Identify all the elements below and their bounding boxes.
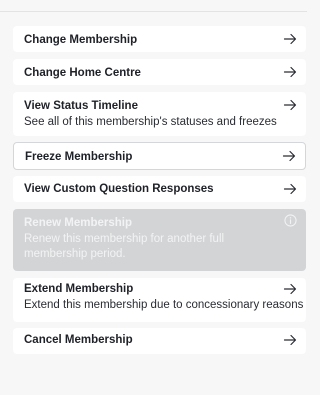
view-status-timeline-title: View Status Timeline bbox=[24, 100, 138, 112]
freeze-membership-item[interactable]: Freeze Membership bbox=[13, 142, 306, 170]
arrow-right-icon bbox=[282, 150, 296, 162]
arrow-right-icon bbox=[283, 66, 297, 78]
arrow-right-icon bbox=[283, 99, 297, 111]
change-home-centre-title: Change Home Centre bbox=[24, 67, 141, 79]
extend-membership-title: Extend Membership bbox=[24, 283, 134, 295]
change-membership-title: Change Membership bbox=[24, 34, 138, 46]
arrow-right-icon bbox=[283, 334, 297, 346]
change-home-centre-item[interactable]: Change Home Centre bbox=[13, 59, 306, 85]
top-divider bbox=[0, 11, 307, 12]
view-status-timeline-item[interactable]: View Status Timeline See all of this mem… bbox=[13, 92, 306, 136]
arrow-right-icon bbox=[283, 183, 297, 195]
extend-membership-description: Extend this membership due to concession… bbox=[24, 299, 304, 311]
arrow-right-icon bbox=[283, 283, 297, 295]
change-membership-item[interactable]: Change Membership bbox=[13, 26, 306, 52]
view-custom-question-responses-title: View Custom Question Responses bbox=[24, 183, 214, 195]
renew-membership-description: Renew this membership for another full m… bbox=[24, 233, 225, 260]
cancel-membership-title: Cancel Membership bbox=[24, 334, 133, 346]
freeze-membership-title: Freeze Membership bbox=[25, 151, 133, 163]
cancel-membership-item[interactable]: Cancel Membership bbox=[13, 328, 306, 354]
arrow-right-icon bbox=[283, 33, 297, 45]
extend-membership-item[interactable]: Extend Membership Extend this membership… bbox=[13, 278, 306, 322]
info-icon[interactable] bbox=[284, 214, 297, 227]
renew-membership-item: Renew Membership Renew this membership f… bbox=[13, 209, 306, 271]
view-status-timeline-description: See all of this membership's statuses an… bbox=[24, 116, 277, 128]
renew-membership-title: Renew Membership bbox=[24, 217, 132, 229]
view-custom-question-responses-item[interactable]: View Custom Question Responses bbox=[13, 176, 306, 202]
